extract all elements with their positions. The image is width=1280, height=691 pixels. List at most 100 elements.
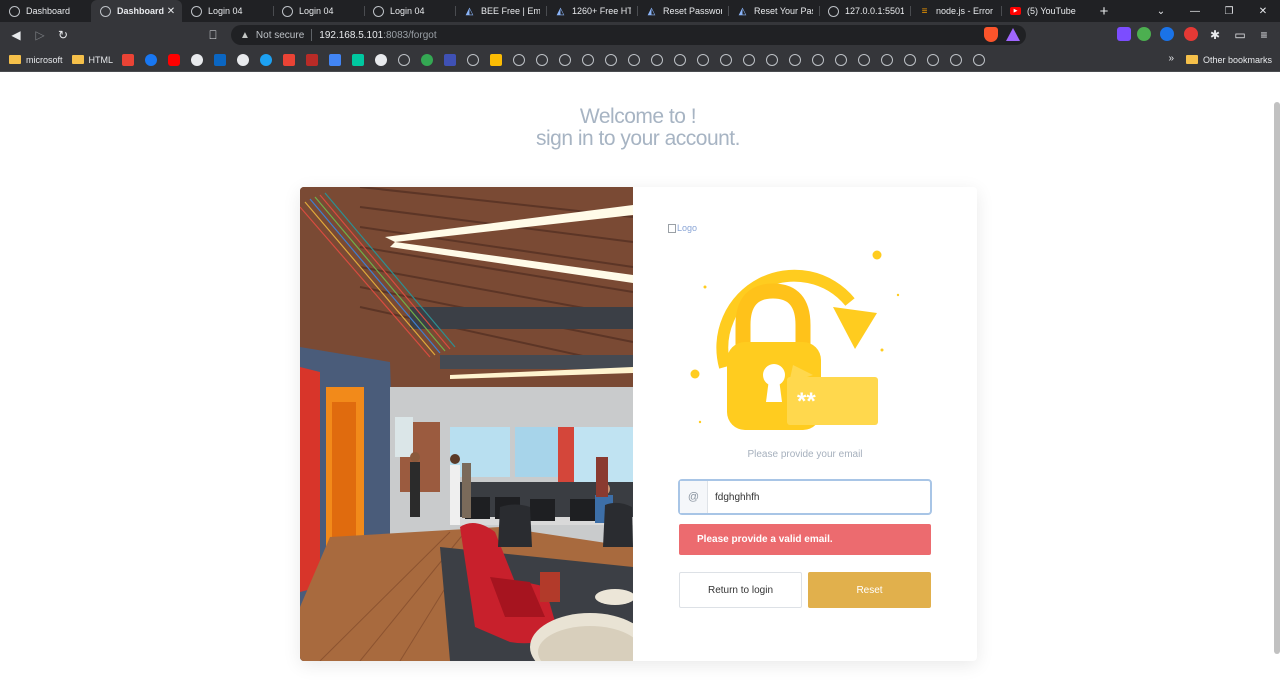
tab-title: Login 04 <box>208 6 243 16</box>
drive-icon[interactable] <box>490 53 503 66</box>
extension-icon[interactable] <box>421 53 434 66</box>
extension-icon[interactable] <box>1184 27 1198 41</box>
new-tab-button[interactable]: + <box>1092 0 1116 22</box>
tab-title: 1260+ Free HTM <box>572 6 631 16</box>
translate-icon[interactable] <box>329 53 342 66</box>
globe-icon[interactable] <box>766 53 779 66</box>
globe-icon[interactable] <box>697 53 710 66</box>
globe-icon[interactable] <box>467 53 480 66</box>
tab[interactable]: 127.0.0.1:5501/h <box>819 0 910 22</box>
bookmark-label: HTML <box>88 54 114 65</box>
warning-icon: ▲ <box>240 29 250 41</box>
return-to-login-button[interactable]: Return to login <box>679 572 802 608</box>
tab-title: (5) YouTube <box>1027 6 1076 16</box>
globe-icon[interactable] <box>559 53 572 66</box>
url-path: :8083/forgot <box>383 29 437 41</box>
globe-icon[interactable] <box>973 53 986 66</box>
extension-icon[interactable] <box>352 53 365 66</box>
globe-icon[interactable] <box>858 53 871 66</box>
extension-icon[interactable] <box>444 53 457 66</box>
tab[interactable]: ◭ Reset Password <box>637 0 728 22</box>
page: Welcome to ! sign in to your account. Lo… <box>0 72 1280 691</box>
tab[interactable]: ◭ Reset Your Passw <box>728 0 819 22</box>
email-field[interactable] <box>708 481 930 513</box>
globe-icon[interactable] <box>927 53 940 66</box>
svg-text:**: ** <box>797 388 816 415</box>
window-controls: ⌄ — ❐ ✕ <box>1144 0 1280 22</box>
gmail-icon[interactable] <box>122 53 135 66</box>
linkedin-icon[interactable] <box>214 53 227 66</box>
close-window-button[interactable]: ✕ <box>1246 0 1280 22</box>
tab[interactable]: ≡ node.js - Error n <box>910 0 1001 22</box>
facebook-icon[interactable] <box>145 53 158 66</box>
globe-icon[interactable] <box>743 53 756 66</box>
menu-icon[interactable]: ≡ <box>1256 27 1272 43</box>
extension-icon[interactable] <box>1160 27 1174 41</box>
globe-icon[interactable] <box>835 53 848 66</box>
globe-icon[interactable] <box>812 53 825 66</box>
quora-icon[interactable] <box>306 53 319 66</box>
puzzle-icon[interactable]: ✱ <box>1207 27 1223 43</box>
folder-icon <box>1185 55 1198 64</box>
globe-icon[interactable] <box>628 53 641 66</box>
globe-icon[interactable] <box>513 53 526 66</box>
extension-icon[interactable] <box>1137 27 1151 41</box>
globe-icon[interactable] <box>720 53 733 66</box>
globe-icon[interactable] <box>536 53 549 66</box>
bookmarks-overflow-button[interactable]: » <box>1168 53 1174 64</box>
github-icon[interactable] <box>191 53 204 66</box>
error-alert: Please provide a valid email. <box>679 524 931 555</box>
tab[interactable]: Dashboard <box>0 0 91 22</box>
globe-icon[interactable] <box>398 53 411 66</box>
extension-icon[interactable] <box>375 53 388 66</box>
tab-active[interactable]: Dashboard ✕ <box>91 0 182 22</box>
globe-icon[interactable] <box>904 53 917 66</box>
bookmark-icon[interactable]: ⎕ <box>205 27 221 43</box>
bee-icon: ◭ <box>647 5 656 17</box>
close-tab-icon[interactable]: ✕ <box>166 6 176 17</box>
globe-icon[interactable] <box>582 53 595 66</box>
extension-icon[interactable] <box>1117 27 1131 41</box>
reset-button[interactable]: Reset <box>808 572 931 608</box>
url-host: 192.168.5.101 <box>319 29 384 41</box>
page-scrollbar[interactable] <box>1274 102 1280 654</box>
brave-shield-icon[interactable] <box>984 27 998 42</box>
youtube-icon[interactable] <box>168 53 181 66</box>
tab[interactable]: ▶ (5) YouTube <box>1001 0 1092 22</box>
bee-icon: ◭ <box>738 5 747 17</box>
other-bookmarks[interactable]: Other bookmarks <box>1185 48 1272 71</box>
back-button[interactable]: ◀ <box>8 27 24 43</box>
brave-rewards-icon[interactable] <box>1006 28 1020 41</box>
minimize-button[interactable]: — <box>1178 0 1212 22</box>
forward-button[interactable]: ▷ <box>32 27 48 43</box>
globe-icon[interactable] <box>605 53 618 66</box>
tab[interactable]: Login 04 <box>182 0 273 22</box>
reload-button[interactable]: ↻ <box>55 27 71 43</box>
tab-search-icon[interactable]: ⌄ <box>1144 0 1178 22</box>
twitter-icon[interactable] <box>260 53 273 66</box>
wallet-icon[interactable]: ▭ <box>1232 27 1248 43</box>
bookmark-folder-html[interactable]: HTML <box>71 54 114 65</box>
tab[interactable]: Login 04 <box>273 0 364 22</box>
divider <box>311 29 313 41</box>
tab[interactable]: Login 04 <box>364 0 455 22</box>
globe-icon[interactable] <box>651 53 664 66</box>
youtube-icon: ▶ <box>1010 7 1021 15</box>
email-input-group: @ <box>678 479 932 515</box>
lock-reset-illustration: ** <box>690 250 900 430</box>
security-label: Not secure <box>255 29 305 41</box>
tab[interactable]: ◭ BEE Free | Email <box>455 0 546 22</box>
chatgpt-icon[interactable] <box>237 53 250 66</box>
restore-button[interactable]: ❐ <box>1212 0 1246 22</box>
gmail-icon[interactable] <box>283 53 296 66</box>
globe-icon[interactable] <box>950 53 963 66</box>
folder-icon <box>71 55 84 64</box>
globe-icon[interactable] <box>674 53 687 66</box>
browser-toolbar: ◀ ▷ ↻ ⎕ ▲ Not secure 192.168.5.101 :8083… <box>0 22 1280 48</box>
globe-icon[interactable] <box>881 53 894 66</box>
globe-icon[interactable] <box>789 53 802 66</box>
bookmark-folder-microsoft[interactable]: microsoft <box>9 55 63 65</box>
address-bar[interactable]: ▲ Not secure 192.168.5.101 :8083/forgot <box>231 25 1026 45</box>
tab-title: Login 04 <box>390 6 425 16</box>
tab[interactable]: ◭ 1260+ Free HTM <box>546 0 637 22</box>
